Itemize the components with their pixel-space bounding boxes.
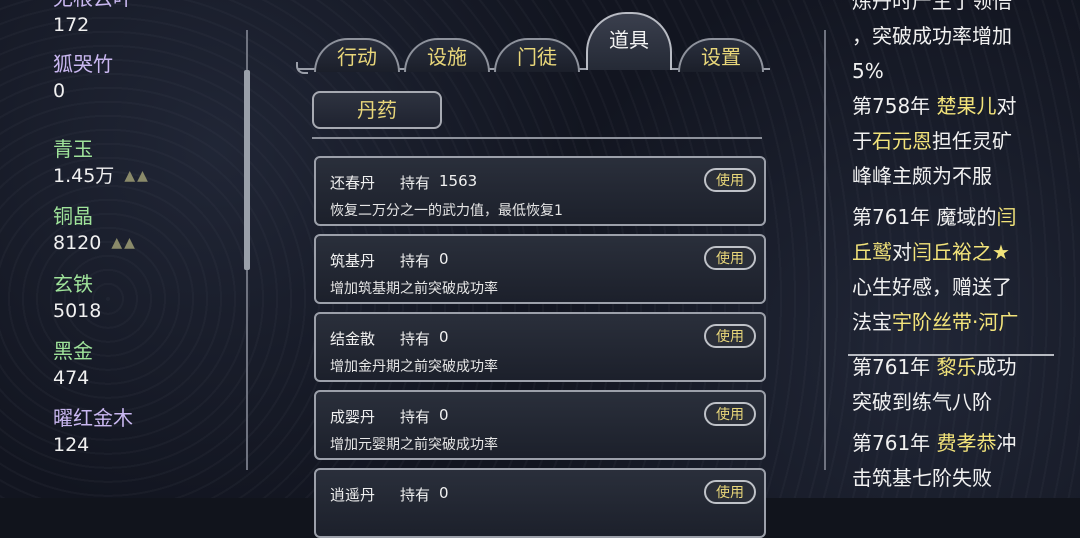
resource-value: 1.45万 ▲▲ (53, 165, 150, 187)
item-name: 成婴丹 (330, 408, 376, 426)
log-line: 第761年 魔域的闫 (852, 205, 1017, 229)
scrollbar-track (824, 30, 826, 470)
resource-name: 黑金 (53, 339, 93, 363)
resource-name: 无根云叶 (53, 0, 133, 10)
resource-value: 474 (53, 367, 90, 389)
item-name: 筑基丹 (330, 252, 376, 270)
resource-scrollbar[interactable] (244, 30, 250, 470)
tab-facilities[interactable]: 设施 (404, 38, 490, 72)
log-line: 击筑基七阶失败 (852, 466, 992, 490)
item-description: 增加金丹期之前突破成功率 (330, 359, 498, 375)
item-card: 筑基丹 持有 0 增加筑基期之前突破成功率 使用 (314, 234, 766, 304)
item-card: 结金散 持有 0 增加金丹期之前突破成功率 使用 (314, 312, 766, 382)
tab-items[interactable]: 道具 (586, 12, 672, 70)
scrollbar-thumb[interactable] (244, 70, 250, 270)
resource-name: 玄铁 (53, 272, 93, 296)
resource-name: 铜晶 (53, 204, 93, 228)
character-name[interactable]: 闫 (997, 205, 1017, 229)
subtab-divider (312, 137, 762, 139)
resource-list: 无根云叶 172 狐哭竹 0 青玉 1.45万▲▲ 铜晶 8120▲▲ 玄铁 5… (0, 0, 240, 498)
item-hold-label: 持有 (400, 330, 431, 348)
resource-value: 172 (53, 14, 90, 36)
log-entry: 第761年 黎乐成功 突破到练气八阶 (852, 350, 1074, 420)
log-entry: 第761年 魔域的闫 丘鹫对闫丘裕之★ 心生好感，赠送了 法宝宇阶丝带·河广 (852, 200, 1074, 340)
log-scrollbar[interactable] (822, 30, 828, 470)
item-description: 恢复二万分之一的武力值，最低恢复1 (330, 203, 563, 219)
item-hold-label: 持有 (400, 486, 431, 504)
character-name[interactable]: 石元恩 (872, 129, 932, 153)
log-entry: 第761年 费孝恭冲 击筑基七阶失败 (852, 426, 1074, 496)
log-line: 峰峰主颇为不服 (852, 164, 992, 188)
item-card: 逍遥丹 持有 0 使用 (314, 468, 766, 538)
subtab-pills[interactable]: 丹药 (312, 91, 442, 129)
resource-item: 玄铁 5018 (53, 272, 101, 322)
log-line: 第761年 费孝恭冲 (852, 431, 1017, 455)
use-button[interactable]: 使用 (704, 480, 756, 504)
item-hold-label: 持有 (400, 408, 431, 426)
tab-settings[interactable]: 设置 (678, 38, 764, 72)
log-entry: 炼丹时产生了领悟 ，突破成功率增加 5% (852, 0, 1074, 89)
item-card: 还春丹 持有 1563 恢复二万分之一的武力值，最低恢复1 使用 (314, 156, 766, 226)
item-hold-count: 0 (439, 484, 449, 502)
character-name[interactable]: 楚果儿 (937, 94, 997, 118)
increase-arrows-icon: ▲▲ (124, 168, 150, 184)
resource-name: 曜红金木 (53, 406, 133, 430)
resource-value: 0 (53, 80, 66, 102)
item-hold-label: 持有 (400, 252, 431, 270)
use-button[interactable]: 使用 (704, 168, 756, 192)
log-line: 炼丹时产生了领悟 (852, 0, 1012, 13)
resource-value: 124 (53, 434, 90, 456)
tab-action[interactable]: 行动 (314, 38, 400, 72)
item-hold-count: 0 (439, 250, 449, 268)
item-description: 增加筑基期之前突破成功率 (330, 281, 498, 297)
log-entry: 第758年 楚果儿对 于石元恩担任灵矿 峰峰主颇为不服 (852, 89, 1074, 194)
resource-item: 黑金 474 (53, 339, 93, 389)
item-name: 还春丹 (330, 174, 376, 192)
log-line: 丘鹫对闫丘裕之★ (852, 240, 1010, 264)
log-line: 第758年 楚果儿对 (852, 94, 1017, 118)
item-hold-count: 0 (439, 328, 449, 346)
log-line: 法宝宇阶丝带·河广 (852, 310, 1019, 334)
item-card: 成婴丹 持有 0 增加元婴期之前突破成功率 使用 (314, 390, 766, 460)
item-name: 结金散 (330, 330, 376, 348)
resource-name: 狐哭竹 (53, 52, 113, 76)
log-line: 心生好感，赠送了 (852, 275, 1012, 299)
resource-item: 青玉 1.45万 ▲▲ (53, 137, 150, 187)
log-line: 于石元恩担任灵矿 (852, 129, 1012, 153)
item-name-link[interactable]: 宇阶丝带·河广 (892, 310, 1018, 334)
log-line: 5% (852, 59, 884, 83)
character-name[interactable]: 闫丘裕之★ (912, 240, 1010, 264)
character-name[interactable]: 丘鹫 (852, 240, 892, 264)
increase-arrows-icon: ▲▲ (111, 235, 137, 251)
log-line: 第761年 黎乐成功 (852, 355, 1017, 379)
log-line: ，突破成功率增加 (852, 24, 1012, 48)
main-panel: 行动 设施 门徒 道具 设置 丹药 还春丹 持有 1563 恢复二万分之一的武力… (258, 0, 818, 538)
tab-ornament-left (296, 62, 308, 74)
item-name: 逍遥丹 (330, 486, 376, 504)
resource-item: 狐哭竹 0 (53, 52, 113, 102)
use-button[interactable]: 使用 (704, 402, 756, 426)
use-button[interactable]: 使用 (704, 246, 756, 270)
item-hold-count: 1563 (439, 172, 478, 190)
character-name[interactable]: 黎乐 (937, 355, 977, 379)
use-button[interactable]: 使用 (704, 324, 756, 348)
item-hold-count: 0 (439, 406, 449, 424)
character-name[interactable]: 费孝恭 (937, 431, 997, 455)
resource-item: 铜晶 8120 ▲▲ (53, 204, 137, 254)
resource-item: 曜红金木 124 (53, 406, 133, 456)
resource-value: 5018 (53, 300, 102, 322)
resource-item: 无根云叶 172 (53, 0, 133, 36)
resource-name: 青玉 (53, 137, 93, 161)
resource-value: 8120 ▲▲ (53, 232, 137, 254)
tab-disciples[interactable]: 门徒 (494, 38, 580, 72)
item-hold-label: 持有 (400, 174, 431, 192)
item-description: 增加元婴期之前突破成功率 (330, 437, 498, 453)
log-line: 突破到练气八阶 (852, 390, 992, 414)
